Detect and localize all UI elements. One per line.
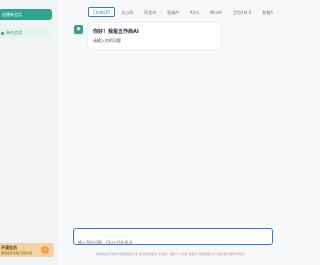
robot-icon: ◆ bbox=[74, 25, 83, 34]
sidebar: 创建新会话 新的会话 开通会员 解锁更多功能 无限对话 › bbox=[0, 0, 58, 265]
tab-kimi[interactable]: Kimi bbox=[185, 7, 204, 17]
model-tabs: ChatGPT 文心AI 阿里AI 智谱AI Kimi MiniAI 豆包AI4… bbox=[88, 7, 273, 18]
message-input-box bbox=[73, 228, 273, 250]
tab-ali[interactable]: 阿里AI bbox=[139, 7, 161, 17]
sidebar-item-label: 新的会话 bbox=[6, 30, 23, 35]
assistant-message: 你好！我是五作商AI 请输入你的问题 bbox=[88, 23, 221, 49]
tab-wenxin[interactable]: 文心AI bbox=[116, 7, 138, 17]
chat-bubble-icon bbox=[1, 31, 4, 35]
footer-text: 本网站基于国内AI模型研发开发 您所有的使用 请注意，保护个人隐私 请遵守 使用… bbox=[96, 252, 245, 256]
app-window: 创建新会话 新的会话 开通会员 解锁更多功能 无限对话 › ChatGPT 文心… bbox=[0, 0, 273, 265]
member-upgrade-card[interactable]: 开通会员 解锁更多功能 无限对话 › bbox=[0, 243, 54, 257]
sidebar-item-conversation[interactable]: 新的会话 bbox=[0, 28, 52, 38]
tab-mini[interactable]: MiniAI bbox=[205, 7, 227, 17]
message-input[interactable] bbox=[74, 235, 272, 250]
tab-zhipu[interactable]: 智谱AI bbox=[162, 7, 184, 17]
tab-zhipu-pro[interactable]: 智普AI-高级版 bbox=[257, 7, 273, 17]
arrow-right-icon[interactable]: › bbox=[41, 246, 49, 254]
tab-chatgpt[interactable]: ChatGPT bbox=[88, 7, 116, 17]
tab-doubao[interactable]: 豆包AI4.0 bbox=[228, 7, 256, 17]
greeting-title: 你好！我是五作商AI bbox=[93, 29, 139, 35]
new-chat-button[interactable]: 创建新会话 bbox=[0, 9, 52, 20]
member-subtitle: 解锁更多功能 无限对话 bbox=[1, 251, 32, 255]
greeting-subtitle: 请输入你的问题 bbox=[93, 38, 121, 43]
